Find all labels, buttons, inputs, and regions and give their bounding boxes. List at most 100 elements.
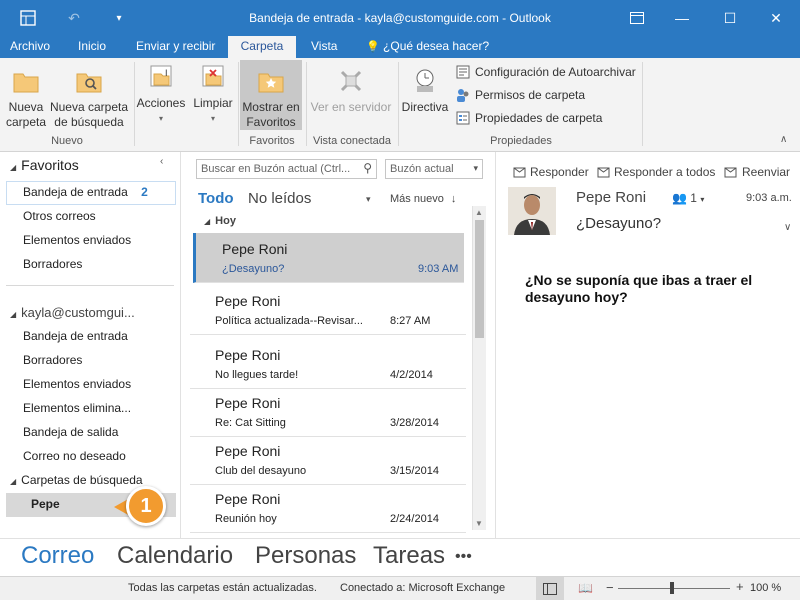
message-row[interactable]: Pepe Roni No llegues tarde! 4/2/2014 <box>190 339 466 389</box>
collapse-ribbon-icon[interactable]: ∧ <box>780 134 787 145</box>
nav-item-junk[interactable]: Correo no deseado <box>23 449 126 463</box>
view-on-server-label: Ver en servidor <box>310 100 392 114</box>
sender-avatar <box>508 187 556 235</box>
ribbon-display-options-icon[interactable] <box>628 8 646 28</box>
collapse-folder-pane-icon[interactable]: ‹ <box>160 156 163 167</box>
nav-calendar[interactable]: Calendario <box>117 542 233 570</box>
search-input[interactable]: Buscar en Buzón actual (Ctrl... ⚲ <box>196 159 377 179</box>
reply-button[interactable]: Responder <box>512 165 589 179</box>
nav-item-sent[interactable]: Elementos enviados <box>23 377 131 391</box>
sort-arrow-icon: ↓ <box>450 193 457 205</box>
reading-view-icon[interactable]: 📖 <box>578 581 593 595</box>
tab-enviar-y-recibir[interactable]: Enviar y recibir <box>128 36 223 58</box>
zoom-slider[interactable] <box>618 582 730 594</box>
close-icon[interactable]: ✕ <box>766 8 786 28</box>
policy-button[interactable]: Directiva <box>400 66 450 115</box>
nav-item-sent-favorites[interactable]: Elementos enviados <box>23 233 131 247</box>
status-bar: Todas las carpetas están actualizadas. C… <box>0 576 800 600</box>
group-label: Hoy <box>215 215 236 227</box>
nav-item-inbox[interactable]: Bandeja de entrada <box>23 329 128 343</box>
scroll-down-icon[interactable]: ▼ <box>475 519 483 528</box>
message-row[interactable]: Pepe Roni Re: Cat Sitting 3/28/2014 <box>190 387 466 437</box>
nav-item-deleted[interactable]: Elementos elimina... <box>23 401 131 415</box>
message-row[interactable]: Pepe Roni Reunión hoy 2/24/2014 <box>190 483 466 533</box>
expand-header-icon[interactable]: ∨ <box>784 222 791 233</box>
folder-permissions-button[interactable]: Permisos de carpeta <box>455 85 585 105</box>
filter-all[interactable]: Todo <box>198 190 234 207</box>
sort-button[interactable]: Más nuevo ↓ <box>390 193 456 205</box>
clean-up-button[interactable]: Limpiar ▾ <box>188 62 238 126</box>
message-sender: Pepe Roni <box>222 241 288 257</box>
permissions-icon <box>455 87 471 103</box>
new-folder-button[interactable]: Nueva carpeta <box>4 66 48 130</box>
message-date: 3/28/2014 <box>390 417 439 429</box>
actions-button[interactable]: I Acciones ▾ <box>136 62 186 126</box>
message-date: 4/2/2014 <box>390 369 433 381</box>
favorites-header[interactable]: ◢ Favoritos <box>10 157 79 173</box>
maximize-icon[interactable]: ☐ <box>720 8 740 28</box>
show-in-favorites-button[interactable]: Mostrar en Favoritos <box>240 60 302 130</box>
nav-item-pepe[interactable]: Pepe <box>31 497 60 511</box>
scroll-thumb[interactable] <box>475 220 484 338</box>
zoom-slider-thumb[interactable] <box>670 582 674 594</box>
tab-vista[interactable]: Vista <box>303 36 345 58</box>
message-sender: Pepe Roni <box>215 491 281 507</box>
filter-unread[interactable]: No leídos <box>248 190 311 207</box>
nav-item-other-mail[interactable]: Otros correos <box>23 209 96 223</box>
ribbon-tabs: Archivo Inicio Enviar y recibir Carpeta … <box>0 36 800 58</box>
recipients-count: 1 <box>690 191 697 205</box>
nav-item-search-folders[interactable]: ◢ Carpetas de búsqueda <box>10 473 143 487</box>
autoarchive-icon <box>455 64 471 80</box>
filter-dropdown-icon[interactable]: ▾ <box>366 194 371 205</box>
tab-inicio[interactable]: Inicio <box>70 36 114 58</box>
nav-item-outbox[interactable]: Bandeja de salida <box>23 425 118 439</box>
message-date: 3/15/2014 <box>390 465 439 477</box>
account-header[interactable]: ◢ kayla@customgui... <box>10 305 135 320</box>
message-sender: Pepe Roni <box>215 347 281 363</box>
nav-divider <box>6 285 174 286</box>
reply-icon <box>512 167 526 178</box>
tell-me-search[interactable]: 💡 ¿Qué desea hacer? <box>358 36 497 58</box>
autoarchive-settings-button[interactable]: Configuración de Autoarchivar <box>455 62 636 82</box>
nav-item-drafts[interactable]: Borradores <box>23 353 82 367</box>
tab-archivo[interactable]: Archivo <box>2 36 58 58</box>
sender-name[interactable]: Pepe Roni <box>576 189 646 206</box>
message-row[interactable]: Pepe Roni Club del desayuno 3/15/2014 <box>190 435 466 485</box>
message-list-scrollbar[interactable]: ▲ ▼ <box>472 206 486 530</box>
recipients-button[interactable]: 👥 1 ▾ <box>672 191 704 205</box>
more-options-icon[interactable]: ••• <box>455 548 472 566</box>
received-time: 9:03 a.m. <box>746 192 792 204</box>
nav-item-inbox-favorites[interactable]: Bandeja de entrada 2 <box>23 185 148 199</box>
folder-icon <box>11 66 41 96</box>
tab-carpeta[interactable]: Carpeta <box>228 36 296 58</box>
favorite-folder-icon <box>256 66 286 96</box>
view-on-server-button[interactable]: Ver en servidor <box>308 66 394 115</box>
minimize-icon[interactable]: — <box>672 8 692 28</box>
forward-button[interactable]: Reenviar <box>724 165 790 179</box>
module-navigation: Correo Calendario Personas Tareas ••• <box>0 538 800 576</box>
reply-all-button[interactable]: Responder a todos <box>596 165 715 179</box>
group-separator <box>134 62 135 146</box>
nav-tasks[interactable]: Tareas <box>373 542 445 570</box>
forward-icon <box>724 167 738 178</box>
nav-people[interactable]: Personas <box>255 542 356 570</box>
properties-label: Propiedades de carpeta <box>475 111 603 125</box>
scroll-up-icon[interactable]: ▲ <box>475 208 483 217</box>
search-scope-dropdown[interactable]: Buzón actual ▾ <box>385 159 483 179</box>
zoom-level[interactable]: 100 % <box>750 582 781 594</box>
nav-item-drafts-favorites[interactable]: Borradores <box>23 257 82 271</box>
message-row[interactable]: Pepe Roni Política actualizada--Revisar.… <box>190 285 466 335</box>
normal-view-icon[interactable] <box>536 577 564 600</box>
message-row-selected[interactable]: Pepe Roni ¿Desayuno? 9:03 AM <box>193 233 464 283</box>
nav-mail[interactable]: Correo <box>21 542 94 570</box>
group-separator <box>398 62 399 146</box>
folder-properties-button[interactable]: Propiedades de carpeta <box>455 108 602 128</box>
group-header-today[interactable]: ◢ Hoy <box>204 215 236 227</box>
zoom-out-icon[interactable]: − <box>606 580 614 595</box>
message-sender: Pepe Roni <box>215 443 281 459</box>
message-sender: Pepe Roni <box>215 293 281 309</box>
show-in-favorites-label: Mostrar en Favoritos <box>242 100 300 129</box>
new-search-folder-button[interactable]: Nueva carpeta de búsqueda <box>48 66 130 130</box>
search-folder-icon <box>74 66 104 96</box>
zoom-in-icon[interactable]: + <box>736 579 744 594</box>
